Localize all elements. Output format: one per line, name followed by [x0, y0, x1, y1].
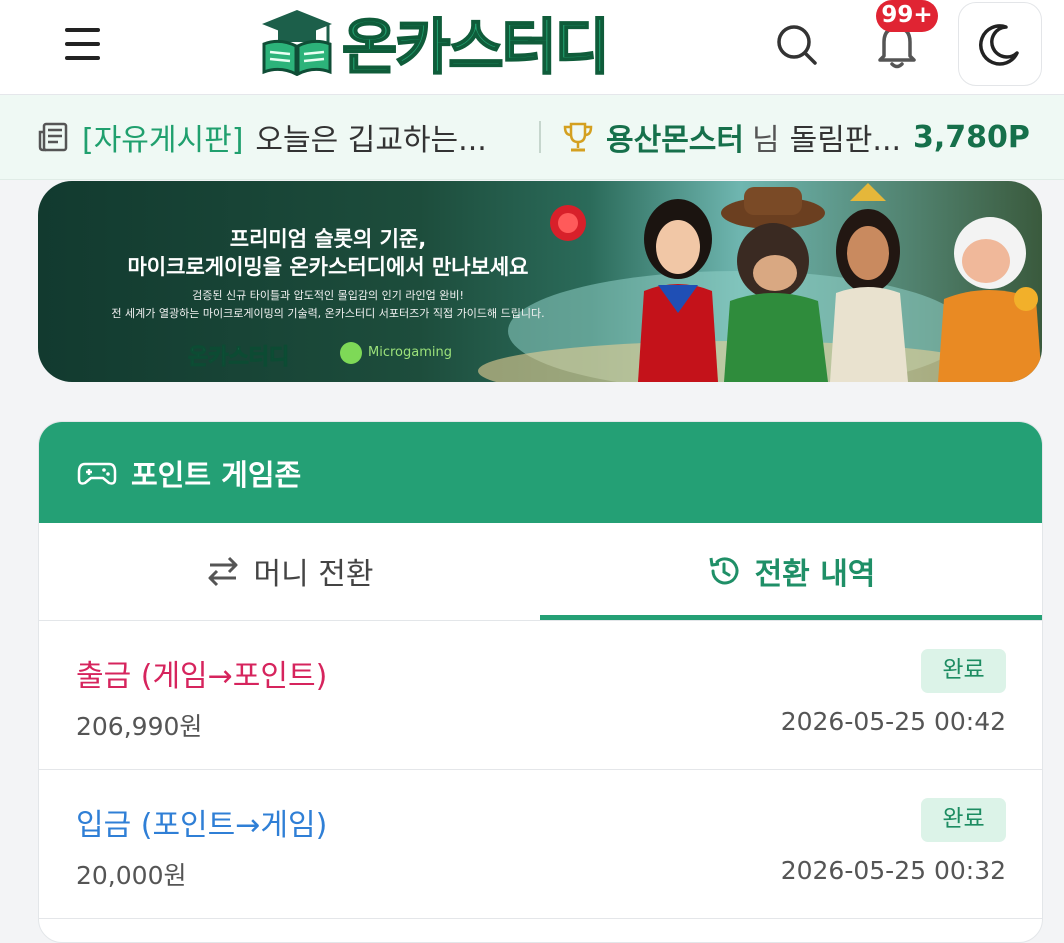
card-header: 포인트 게임존 [39, 422, 1042, 523]
graduation-cap-book-icon [262, 10, 332, 76]
board-category-label: [자유게시판] [82, 123, 244, 158]
point-game-zone-card: 포인트 게임존 머니 전환 전환 내역 출금 (게임→포인트) 206,990원… [38, 421, 1043, 943]
history-clock-icon [709, 557, 739, 585]
ticker-divider [539, 121, 541, 153]
hamburger-icon-line [65, 42, 100, 46]
live-ticker-bar: [자유게시판] 오늘은 깁교하는... 용산몬스터 님 돌림판... 3,780… [0, 95, 1064, 180]
winner-username: 용산몬스터 [606, 123, 744, 158]
winner-game: 돌림판... [789, 123, 902, 158]
site-logo[interactable]: 온카스터디 [258, 6, 611, 84]
gamepad-icon [77, 462, 117, 485]
tab-money-exchange[interactable]: 머니 전환 [39, 523, 540, 619]
theme-toggle-button[interactable] [958, 2, 1042, 86]
logo-text: 온카스터디 [341, 12, 611, 84]
banner-headline-1: 프리미엄 슬롯의 기준, [229, 227, 427, 251]
history-amount: 206,990원 [76, 712, 203, 741]
winner-points: 3,780P [913, 119, 1030, 155]
history-row-withdraw[interactable]: 출금 (게임→포인트) 206,990원 완료 2026-05-25 00:42 [39, 621, 1042, 770]
banner-partner-logo: Microgaming [368, 345, 452, 360]
microgaming-logo-icon [340, 342, 362, 364]
moon-icon [979, 24, 1019, 66]
history-type: 출금 (게임→포인트) [76, 659, 328, 694]
banner-subtext-2: 전 세계가 열광하는 마이크로게이밍의 기술력, 온카스터디 서포터즈가 직접 … [111, 307, 545, 320]
hamburger-icon [65, 28, 100, 32]
search-button[interactable] [770, 20, 822, 68]
banner-headline-2: 마이크로게이밍을 온카스터디에서 만나보세요 [127, 255, 529, 279]
tab-money-exchange-label: 머니 전환 [253, 557, 374, 592]
newspaper-icon [38, 122, 68, 152]
trophy-icon [563, 122, 593, 152]
latest-board-post[interactable]: [자유게시판] 오늘은 깁교하는... [36, 115, 487, 159]
status-badge: 완료 [921, 649, 1006, 693]
top-header: 온카스터디 99+ [0, 0, 1064, 95]
history-type: 입금 (포인트→게임) [76, 808, 328, 843]
history-row-deposit[interactable]: 입금 (포인트→게임) 20,000원 완료 2026-05-25 00:32 [39, 770, 1042, 919]
history-amount: 20,000원 [76, 861, 187, 890]
tab-exchange-history[interactable]: 전환 내역 [540, 523, 1042, 619]
hamburger-icon-line [65, 56, 100, 60]
board-post-title: 오늘은 깁교하는... [255, 123, 487, 158]
notification-count-badge: 99+ [876, 0, 938, 32]
card-title: 포인트 게임존 [131, 458, 302, 492]
promo-banner[interactable]: 프리미엄 슬롯의 기준, 마이크로게이밍을 온카스터디에서 만나보세요 검증된 … [38, 181, 1042, 382]
menu-button[interactable] [60, 24, 106, 64]
history-datetime: 2026-05-25 00:42 [780, 707, 1006, 736]
winner-honorific: 님 [752, 123, 780, 158]
swap-arrows-icon [208, 556, 238, 587]
search-icon [777, 25, 817, 65]
banner-brand-logo: 온카스터디 [187, 345, 290, 371]
winner-notice[interactable]: 용산몬스터 님 돌림판... 3,780P [562, 115, 1030, 159]
status-badge: 완료 [921, 798, 1006, 842]
history-datetime: 2026-05-25 00:32 [780, 856, 1006, 885]
tab-exchange-history-label: 전환 내역 [754, 557, 876, 592]
banner-subtext-1: 검증된 신규 타이틀과 압도적인 몰입감의 인기 라인업 완비! [192, 289, 464, 302]
